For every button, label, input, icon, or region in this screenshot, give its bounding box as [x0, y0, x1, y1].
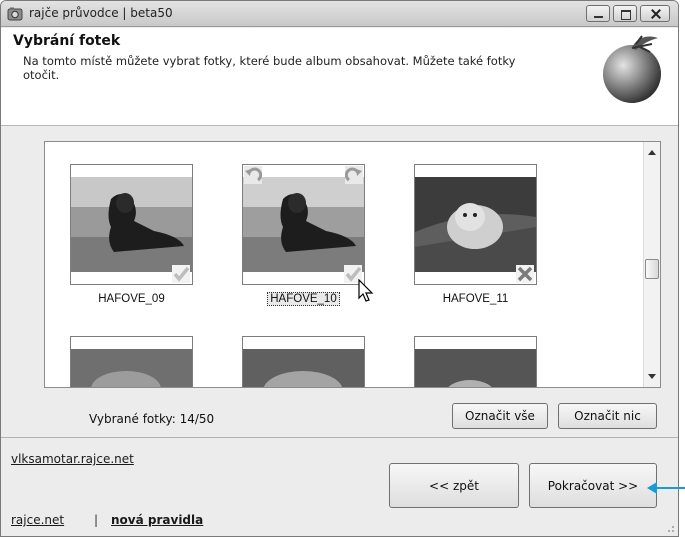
page-description: Na tomto místě můžete vybrat fotky, kter…	[23, 54, 516, 82]
photo-caption[interactable]: HAFOVE_09	[70, 293, 193, 305]
close-button[interactable]	[640, 5, 670, 22]
photo-thumbnail[interactable]	[414, 164, 537, 285]
tomato-logo-icon	[603, 35, 661, 103]
resize-grip-icon[interactable]	[665, 523, 675, 533]
photo-image	[243, 349, 364, 387]
footer-divider	[1, 437, 678, 438]
scrollbar-thumb[interactable]	[645, 259, 659, 279]
select-none-button[interactable]: Označit nic	[558, 403, 657, 429]
app-icon	[7, 7, 23, 21]
photo-caption[interactable]: HAFOVE_11	[414, 293, 537, 305]
rotate-right-icon[interactable]	[345, 166, 363, 184]
scroll-down-icon[interactable]	[648, 374, 656, 379]
maximize-button[interactable]	[613, 5, 637, 22]
photo-caption-text: HAFOVE_10	[267, 292, 340, 306]
photo-image	[71, 177, 192, 272]
album-link[interactable]: vlksamotar.rajce.net	[11, 452, 134, 466]
select-all-button[interactable]: Označit vše	[452, 403, 548, 429]
wizard-window: rajče průvodce | beta50 Vybrání fotek Na…	[0, 0, 679, 537]
scroll-up-icon[interactable]	[648, 150, 656, 155]
window-controls	[583, 5, 670, 22]
photo-image	[415, 177, 536, 272]
rajce-site-link[interactable]: rajce.net	[11, 513, 64, 527]
photo-thumbnail[interactable]	[242, 336, 365, 387]
rotate-left-icon[interactable]	[244, 166, 262, 184]
photo-thumbnail[interactable]	[242, 164, 365, 285]
page-title: Vybrání fotek	[13, 33, 121, 49]
photo-thumbnail[interactable]	[414, 336, 537, 387]
wizard-header: Vybrání fotek Na tomto místě můžete vybr…	[1, 28, 678, 126]
gallery-scrollbar[interactable]	[643, 142, 660, 387]
selected-count-label: Vybrané fotky: 14/50	[89, 412, 215, 426]
back-button[interactable]: << zpět	[389, 463, 519, 508]
window-title: rajče průvodce | beta50	[29, 6, 173, 20]
link-separator: |	[94, 513, 99, 527]
checkmark-icon[interactable]	[172, 265, 190, 283]
photo-image	[71, 349, 192, 387]
new-rules-link[interactable]: nová pravidla	[111, 513, 203, 527]
photo-image	[243, 177, 364, 272]
minimize-button[interactable]	[586, 5, 610, 22]
photo-caption-text: HAFOVE_09	[98, 293, 165, 305]
continue-button[interactable]: Pokračovat >>	[529, 463, 657, 508]
cross-icon[interactable]	[516, 265, 534, 283]
photo-gallery[interactable]: HAFOVE_09 HAFOVE_10 HAFOVE_11	[44, 141, 661, 388]
photo-image	[415, 349, 536, 387]
photo-thumbnail[interactable]	[70, 336, 193, 387]
photo-thumbnail[interactable]	[70, 164, 193, 285]
mouse-cursor-icon	[358, 279, 374, 302]
photo-caption[interactable]: HAFOVE_10	[242, 292, 365, 306]
title-bar[interactable]: rajče průvodce | beta50	[1, 1, 678, 27]
pointer-arrow-icon	[647, 482, 685, 494]
photo-caption-text: HAFOVE_11	[442, 293, 509, 305]
